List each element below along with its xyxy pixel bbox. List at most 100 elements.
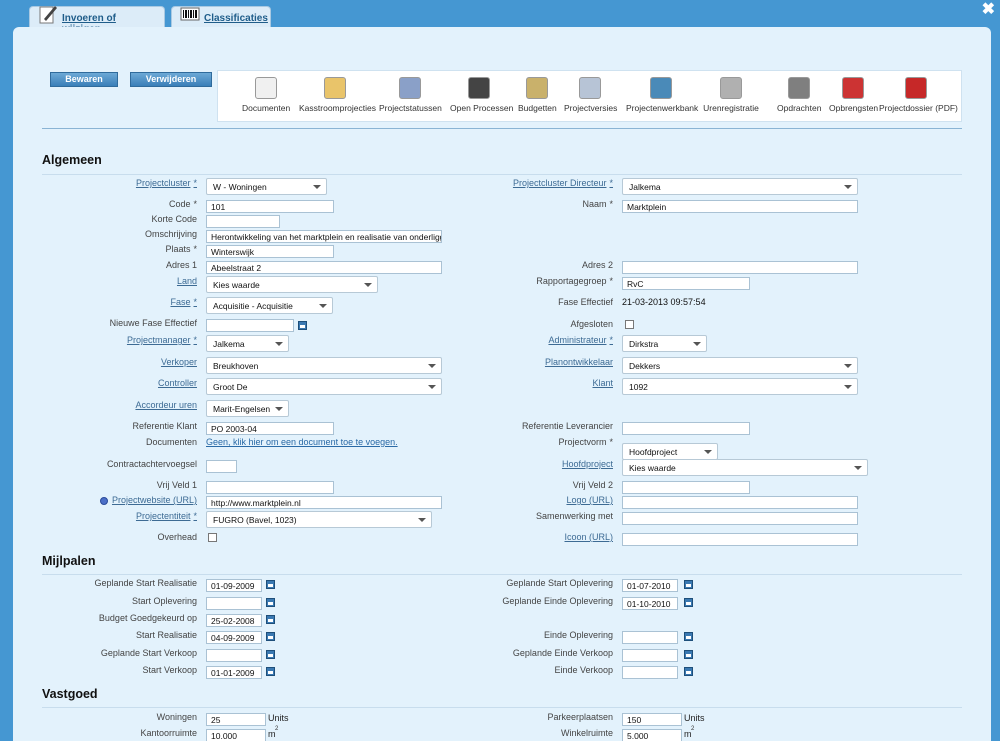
klant-select[interactable]: 1092 — [622, 378, 858, 395]
overhead-checkbox[interactable] — [208, 533, 217, 542]
korte_code-input[interactable] — [206, 215, 280, 228]
land-label[interactable]: Land — [177, 276, 197, 286]
omschrijving-input[interactable]: Herontwikkeling van het marktplein en re… — [206, 230, 442, 243]
adres1-input[interactable]: Abeelstraat 2 — [206, 261, 442, 274]
calendar-icon[interactable] — [266, 598, 275, 607]
vrij2-input[interactable] — [622, 481, 750, 494]
tab-classificaties[interactable]: Classificaties — [171, 6, 271, 28]
toolbar-documenten[interactable]: Documenten — [242, 77, 290, 113]
fase-select[interactable]: Acquisitie - Acquisitie — [206, 297, 333, 314]
website-label[interactable]: Projectwebsite (URL) — [112, 495, 197, 505]
planontwikkelaar-label[interactable]: Planontwikkelaar — [545, 357, 613, 367]
planontwikkelaar-select[interactable]: Dekkers — [622, 357, 858, 374]
delete-button[interactable]: Verwijderen — [130, 72, 212, 87]
milestone-date-input[interactable] — [206, 649, 262, 662]
toolbar-projectstatussen[interactable]: Projectstatussen — [379, 77, 442, 113]
save-button[interactable]: Bewaren — [50, 72, 118, 87]
referentie_klant-input[interactable]: PO 2003-04 — [206, 422, 334, 435]
milestone-left-label: Start Oplevering — [132, 596, 197, 606]
code-input[interactable]: 101 — [206, 200, 334, 213]
woningen-input[interactable]: 25 — [206, 713, 266, 726]
fase-label[interactable]: Fase * — [170, 297, 197, 307]
calendar-icon[interactable] — [684, 598, 693, 607]
tab-classificaties-label: Classificaties — [204, 13, 268, 24]
woningen-label: Woningen — [157, 712, 197, 722]
projectmanager-select[interactable]: Jalkema — [206, 335, 289, 352]
milestone-date-input[interactable]: 04-09-2009 — [206, 631, 262, 644]
land-select[interactable]: Kies waarde — [206, 276, 378, 293]
projectcluster-select[interactable]: W - Woningen — [206, 178, 327, 195]
referentie_leverancier-input[interactable] — [622, 422, 750, 435]
calendar-icon[interactable] — [298, 321, 307, 330]
accordeur-label[interactable]: Accordeur uren — [135, 400, 197, 410]
icoon-input[interactable] — [622, 533, 858, 546]
calendar-icon[interactable] — [684, 580, 693, 589]
close-icon[interactable]: ✖ — [982, 0, 995, 19]
milestone-date-input[interactable]: 01-10-2010 — [622, 597, 678, 610]
documenten-link[interactable]: Geen, klik hier om een document toe te v… — [206, 437, 398, 447]
milestone-date-input[interactable] — [206, 597, 262, 610]
logo-input[interactable] — [622, 496, 858, 509]
milestone-date-input[interactable] — [622, 649, 678, 662]
samenwerking-input[interactable] — [622, 512, 858, 525]
milestone-date-input[interactable] — [622, 666, 678, 679]
hoofdproject-select[interactable]: Kies waarde — [622, 459, 868, 476]
projectcluster-label[interactable]: Projectcluster * — [136, 178, 197, 188]
calendar-icon[interactable] — [266, 667, 275, 676]
plaats-input[interactable]: Winterswijk — [206, 245, 334, 258]
milestone-date-input[interactable] — [622, 631, 678, 644]
website-input[interactable]: http://www.marktplein.nl — [206, 496, 442, 509]
calendar-icon[interactable] — [684, 632, 693, 641]
kantoorruimte-input[interactable]: 10.000 — [206, 729, 266, 741]
afgesloten-checkbox[interactable] — [625, 320, 634, 329]
milestone-right-label-text: Einde Verkoop — [554, 665, 613, 675]
controller-select[interactable]: Groot De — [206, 378, 442, 395]
projectvorm-select[interactable]: Hoofdproject — [622, 443, 718, 460]
tab-invoeren[interactable]: Invoeren of wijzigen — [29, 6, 165, 35]
projectentiteit-select[interactable]: FUGRO (Bavel, 1023) — [206, 511, 432, 528]
toolbar-open-processen[interactable]: Open Processen — [450, 77, 513, 113]
milestone-date-input[interactable]: 01-09-2009 — [206, 579, 262, 592]
calendar-icon[interactable] — [684, 650, 693, 659]
calendar-icon[interactable] — [684, 667, 693, 676]
toolbar-budgetten[interactable]: Budgetten — [518, 77, 557, 113]
parkeerplaatsen-input[interactable]: 150 — [622, 713, 682, 726]
projectmanager-label[interactable]: Projectmanager * — [127, 335, 197, 345]
winkelruimte-input[interactable]: 5.000 — [622, 729, 682, 741]
directeur-select[interactable]: Jalkema — [622, 178, 858, 195]
calendar-icon[interactable] — [266, 632, 275, 641]
projectentiteit-label[interactable]: Projectentiteit * — [136, 511, 197, 521]
toolbar-opbrengsten[interactable]: Opbrengsten — [829, 77, 878, 113]
klant-label[interactable]: Klant — [592, 378, 613, 388]
accordeur-select[interactable]: Marit-Engelsen — [206, 400, 289, 417]
logo-label[interactable]: Logo (URL) — [566, 495, 613, 505]
verkoper-select[interactable]: Breukhoven — [206, 357, 442, 374]
rapportagegroep-input[interactable]: RvC — [622, 277, 750, 290]
toolbar-projectenwerkbank[interactable]: Projectenwerkbank — [626, 77, 698, 113]
nieuwe_fase-input[interactable] — [206, 319, 294, 332]
hoofdproject-label[interactable]: Hoofdproject — [562, 459, 613, 469]
verkoper-label[interactable]: Verkoper — [161, 357, 197, 367]
calendar-icon[interactable] — [266, 615, 275, 624]
toolbar-urenregistratie[interactable]: Urenregistratie — [703, 77, 759, 113]
toolbar-kasstroomprojecties[interactable]: Kasstroomprojecties — [299, 77, 376, 113]
fase-effectief-label-text: Fase Effectief — [558, 297, 613, 307]
toolbar-projectversies[interactable]: Projectversies — [564, 77, 617, 113]
vrij1-input[interactable] — [206, 481, 334, 494]
administrateur-label[interactable]: Administrateur * — [548, 335, 613, 345]
milestone-date-input[interactable]: 01-01-2009 — [206, 666, 262, 679]
milestone-date-input[interactable]: 25-02-2008 — [206, 614, 262, 627]
administrateur-select[interactable]: Dirkstra — [622, 335, 707, 352]
calendar-icon[interactable] — [266, 650, 275, 659]
controller-label[interactable]: Controller — [158, 378, 197, 388]
calendar-icon[interactable] — [266, 580, 275, 589]
directeur-label[interactable]: Projectcluster Directeur * — [513, 178, 613, 188]
contractachtervoegsel-input[interactable] — [206, 460, 237, 473]
icoon-label[interactable]: Icoon (URL) — [564, 532, 613, 542]
naam-input[interactable]: Marktplein — [622, 200, 858, 213]
toolbar-projectdossier-pdf[interactable]: Projectdossier (PDF) — [879, 77, 958, 113]
milestone-date-input[interactable]: 01-07-2010 — [622, 579, 678, 592]
toolbar-opdrachten[interactable]: Opdrachten — [777, 77, 821, 113]
adres2-input[interactable] — [622, 261, 858, 274]
section-algemeen: Algemeen — [42, 153, 102, 167]
